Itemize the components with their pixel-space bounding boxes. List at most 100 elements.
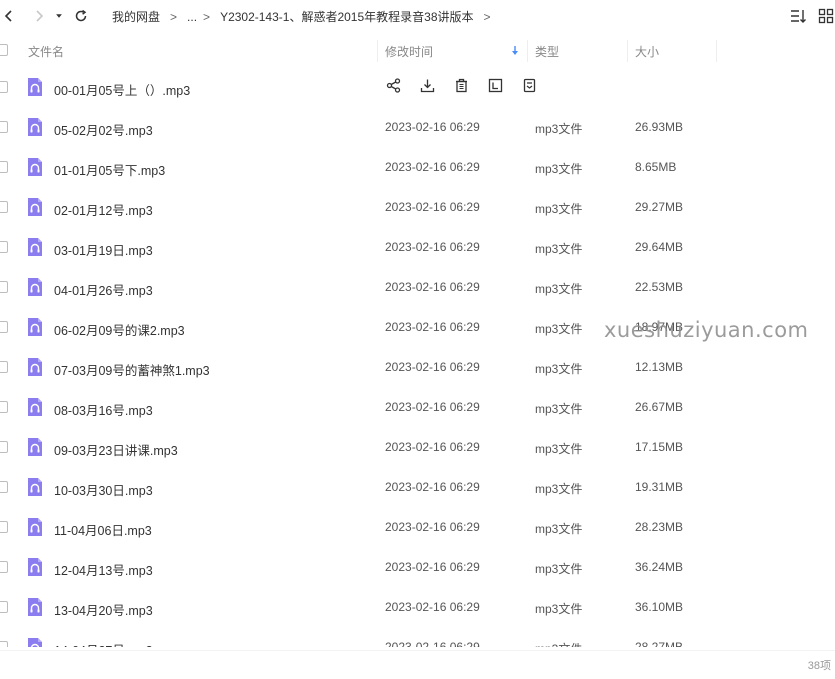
- file-row[interactable]: 01-01月05号下.mp3 2023-02-16 06:29 mp3文件 8.65M…: [0, 147, 835, 187]
- row-actions: [385, 77, 537, 93]
- row-checkbox[interactable]: [0, 321, 8, 333]
- row-checkbox[interactable]: [0, 441, 8, 453]
- file-size: 19.31MB: [635, 480, 684, 494]
- file-size: 17.15MB: [635, 440, 684, 454]
- audio-file-icon: [28, 158, 42, 176]
- row-checkbox[interactable]: [0, 81, 8, 93]
- file-row[interactable]: 13-04月20号.mp3 2023-02-16 06:29 mp3文件 36.10M…: [0, 587, 835, 627]
- breadcrumb-item-current[interactable]: Y2302-143-1、解惑者2015年教程录音38讲版本: [220, 8, 473, 25]
- file-row[interactable]: 12-04月13号.mp3 2023-02-16 06:29 mp3文件 36.24M…: [0, 547, 835, 587]
- file-row[interactable]: 14-04月27号.mp3 2023-02-16 06:29 mp3文件 28.27M…: [0, 627, 835, 647]
- row-checkbox[interactable]: [0, 241, 8, 253]
- column-divider[interactable]: [627, 40, 628, 62]
- file-size: 8.65MB: [635, 160, 677, 174]
- column-header-time[interactable]: 修改时间: [385, 43, 433, 60]
- audio-file-icon: [28, 358, 42, 376]
- file-name[interactable]: 05-02月02号.mp3: [54, 120, 153, 139]
- file-name[interactable]: 03-01月19日.mp3: [54, 240, 153, 259]
- row-checkbox[interactable]: [0, 361, 8, 373]
- file-size: 26.67MB: [635, 400, 684, 414]
- row-checkbox[interactable]: [0, 201, 8, 213]
- file-time: 2023-02-16 06:29: [385, 360, 480, 374]
- file-row[interactable]: 10-03月30日.mp3 2023-02-16 06:29 mp3文件 19.31M…: [0, 467, 835, 507]
- row-checkbox[interactable]: [0, 281, 8, 293]
- file-name[interactable]: 11-04月06日.mp3: [54, 520, 152, 539]
- column-header-name[interactable]: 文件名: [28, 43, 64, 60]
- row-checkbox[interactable]: [0, 641, 8, 647]
- file-name[interactable]: 01-01月05号下.mp3: [54, 160, 165, 179]
- audio-file-icon: [28, 478, 42, 496]
- row-checkbox[interactable]: [0, 561, 8, 573]
- share-button[interactable]: [385, 77, 401, 93]
- column-header-type[interactable]: 类型: [535, 43, 559, 60]
- grid-view-icon: [818, 8, 834, 24]
- refresh-button[interactable]: [72, 6, 90, 26]
- file-row[interactable]: 11-04月06日.mp3 2023-02-16 06:29 mp3文件 28.23M…: [0, 507, 835, 547]
- breadcrumb-item-root[interactable]: 我的网盘: [112, 8, 160, 25]
- file-size: 28.23MB: [635, 520, 684, 534]
- row-checkbox[interactable]: [0, 601, 8, 613]
- audio-file-icon: [28, 318, 42, 336]
- file-name[interactable]: 14-04月27号.mp3: [54, 640, 153, 647]
- top-bar: 我的网盘 > ... > Y2302-143-1、解惑者2015年教程录音38讲…: [0, 0, 835, 32]
- row-checkbox[interactable]: [0, 121, 8, 133]
- column-divider[interactable]: [377, 40, 378, 62]
- file-row[interactable]: 03-01月19日.mp3 2023-02-16 06:29 mp3文件 29.64M…: [0, 227, 835, 267]
- file-row[interactable]: 09-03月23日讲课.mp3 2023-02-16 06:29 mp3文件 17.1…: [0, 427, 835, 467]
- grid-view-button[interactable]: [817, 6, 835, 26]
- breadcrumb-separator: >: [483, 9, 491, 24]
- forward-button[interactable]: [30, 6, 48, 26]
- column-divider[interactable]: [716, 40, 717, 62]
- download-button[interactable]: [419, 77, 435, 93]
- history-dropdown-button[interactable]: [52, 6, 66, 26]
- file-row[interactable]: 04-01月26号.mp3 2023-02-16 06:29 mp3文件 22.53M…: [0, 267, 835, 307]
- file-name[interactable]: 08-03月16号.mp3: [54, 400, 153, 419]
- file-time: 2023-02-16 06:29: [385, 160, 480, 174]
- row-checkbox[interactable]: [0, 521, 8, 533]
- file-size: 29.64MB: [635, 240, 684, 254]
- row-checkbox[interactable]: [0, 401, 8, 413]
- file-name[interactable]: 12-04月13号.mp3: [54, 560, 153, 579]
- file-name[interactable]: 04-01月26号.mp3: [54, 280, 153, 299]
- sort-order-button[interactable]: [789, 6, 807, 26]
- delete-button[interactable]: [453, 77, 469, 93]
- file-name[interactable]: 02-01月12号.mp3: [54, 200, 153, 219]
- file-type: mp3文件: [535, 562, 583, 576]
- file-name[interactable]: 13-04月20号.mp3: [54, 600, 153, 619]
- breadcrumb-item-ellipsis[interactable]: ...: [187, 10, 197, 24]
- more-button[interactable]: [521, 77, 537, 93]
- file-name[interactable]: 06-02月09号的课2.mp3: [54, 320, 185, 339]
- file-row[interactable]: 08-03月16号.mp3 2023-02-16 06:29 mp3文件 26.67M…: [0, 387, 835, 427]
- file-time: 2023-02-16 06:29: [385, 560, 480, 574]
- file-name[interactable]: 00-01月05号上（）.mp3: [54, 80, 190, 99]
- file-type: mp3文件: [535, 482, 583, 496]
- audio-file-icon: [28, 398, 42, 416]
- sort-icon[interactable]: [511, 46, 519, 56]
- file-time: 2023-02-16 06:29: [385, 520, 480, 534]
- file-size: 36.24MB: [635, 560, 684, 574]
- column-divider[interactable]: [527, 40, 528, 62]
- row-checkbox[interactable]: [0, 161, 8, 173]
- file-name[interactable]: 09-03月23日讲课.mp3: [54, 440, 178, 459]
- rename-button[interactable]: [487, 77, 503, 93]
- file-size: 22.53MB: [635, 280, 684, 294]
- file-row[interactable]: 00-01月05号上（）.mp3: [0, 67, 835, 107]
- select-all-checkbox[interactable]: [0, 44, 8, 56]
- download-icon: [420, 79, 434, 92]
- column-header-size[interactable]: 大小: [635, 43, 659, 60]
- view-tools: [789, 6, 835, 26]
- file-row[interactable]: 02-01月12号.mp3 2023-02-16 06:29 mp3文件 29.27M…: [0, 187, 835, 227]
- file-type: mp3文件: [535, 602, 583, 616]
- file-name[interactable]: 10-03月30日.mp3: [54, 480, 153, 499]
- file-row[interactable]: 07-03月09号的蓄神煞1.mp3 2023-02-16 06:29 mp3文件 1…: [0, 347, 835, 387]
- audio-file-icon: [28, 118, 42, 136]
- row-checkbox[interactable]: [0, 481, 8, 493]
- back-button[interactable]: [0, 6, 18, 26]
- audio-file-icon: [28, 238, 42, 256]
- file-time: 2023-02-16 06:29: [385, 440, 480, 454]
- breadcrumb: 我的网盘 > ... > Y2302-143-1、解惑者2015年教程录音38讲…: [112, 8, 501, 25]
- audio-file-icon: [28, 438, 42, 456]
- file-name[interactable]: 07-03月09号的蓄神煞1.mp3: [54, 360, 210, 379]
- file-time: 2023-02-16 06:29: [385, 200, 480, 214]
- file-row[interactable]: 05-02月02号.mp3 2023-02-16 06:29 mp3文件 26.93M…: [0, 107, 835, 147]
